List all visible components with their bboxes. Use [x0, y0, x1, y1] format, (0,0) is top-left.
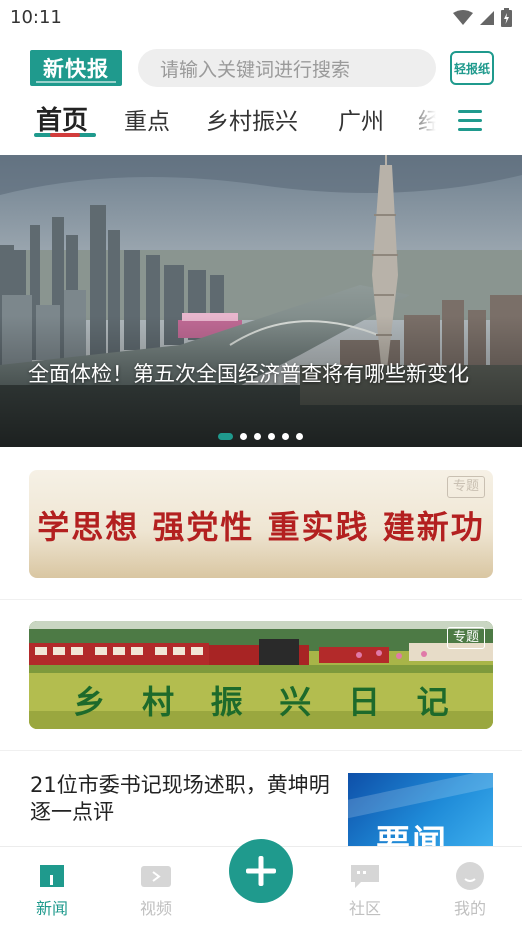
status-bar: 10:11 — [0, 0, 522, 36]
topic-badge: 专题 — [446, 627, 485, 649]
news-list-item[interactable]: 21位市委书记现场述职，黄坤明逐一点评 要闻 — [0, 760, 522, 851]
nav-profile[interactable]: 我的 — [440, 861, 500, 919]
active-tab-indicator — [34, 133, 96, 137]
carousel-dots — [218, 433, 303, 440]
section-divider — [0, 750, 522, 751]
status-time: 10:11 — [10, 7, 62, 28]
tab-guangzhou[interactable]: 广州 — [338, 102, 384, 136]
profile-icon — [454, 861, 486, 891]
search-input[interactable]: 请输入关键词进行搜索 — [138, 49, 436, 87]
feature-banner-rural-diary[interactable]: 专题 乡 村 振 兴 日 记 — [29, 621, 493, 729]
carousel-dot[interactable] — [240, 433, 247, 440]
rural-diary-char: 记 — [416, 683, 449, 721]
plus-icon[interactable] — [229, 839, 293, 903]
carousel-dot-active[interactable] — [218, 433, 233, 440]
search-placeholder: 请输入关键词进行搜索 — [160, 58, 351, 81]
tab-rural-revitalization[interactable]: 乡村振兴 — [206, 102, 298, 136]
bottom-navigation: 新闻 视频 社区 我的 — [0, 839, 522, 929]
hero-title[interactable]: 全面体检！第五次全国经济普查将有哪些新变化 — [28, 361, 498, 388]
news-title[interactable]: 21位市委书记现场述职，黄坤明逐一点评 — [30, 772, 330, 826]
rural-diary-char: 振 — [210, 683, 243, 721]
feature-banner-study[interactable]: 学思想 强党性 重实践 建新功 专题 — [29, 470, 493, 578]
rural-diary-char: 日 — [347, 683, 380, 721]
battery-charging-icon — [501, 8, 512, 31]
hamburger-menu-icon[interactable] — [458, 110, 484, 132]
carousel-dot[interactable] — [282, 433, 289, 440]
carousel-dot[interactable] — [296, 433, 303, 440]
rural-diary-char: 村 — [141, 683, 174, 721]
tab-key[interactable]: 重点 — [124, 102, 170, 136]
hero-carousel[interactable]: 全面体检！第五次全国经济普查将有哪些新变化 — [0, 155, 522, 447]
channel-tabs: 首页 重点 乡村振兴 广州 经 — [0, 100, 522, 146]
hero-image — [0, 155, 522, 447]
tabs-fade — [404, 100, 444, 146]
topic-badge: 专题 — [446, 476, 485, 498]
feature-banner-study-text: 学思想 强党性 重实践 建新功 — [37, 508, 485, 546]
news-thumbnail[interactable]: 要闻 — [348, 773, 493, 851]
community-icon — [349, 861, 381, 891]
tab-home[interactable]: 首页 — [36, 100, 88, 137]
logo-text: 新快报 — [43, 56, 109, 81]
rural-diary-char: 乡 — [73, 683, 106, 721]
section-divider — [0, 599, 522, 600]
nav-video-label: 视频 — [139, 899, 172, 918]
app-header: 新快报 请输入关键词进行搜索 轻报纸 — [0, 44, 522, 94]
video-icon — [140, 861, 172, 891]
wifi-icon — [453, 9, 473, 30]
app-logo[interactable]: 新快报 — [30, 50, 122, 86]
nav-profile-label: 我的 — [453, 899, 486, 918]
news-icon — [36, 861, 68, 891]
signal-icon — [479, 10, 495, 30]
status-icons — [453, 8, 512, 31]
carousel-dot[interactable] — [254, 433, 261, 440]
nav-news[interactable]: 新闻 — [22, 861, 82, 919]
nav-news-label: 新闻 — [35, 899, 68, 918]
rural-diary-char: 兴 — [279, 683, 312, 721]
carousel-dot[interactable] — [268, 433, 275, 440]
nav-video[interactable]: 视频 — [126, 861, 186, 919]
e-paper-label: 轻报纸 — [453, 61, 490, 76]
nav-community-label: 社区 — [348, 899, 381, 918]
nav-community[interactable]: 社区 — [335, 861, 395, 919]
e-paper-button[interactable]: 轻报纸 — [450, 51, 494, 85]
feature-banner-rural-diary-text: 乡 村 振 兴 日 记 — [29, 677, 493, 723]
